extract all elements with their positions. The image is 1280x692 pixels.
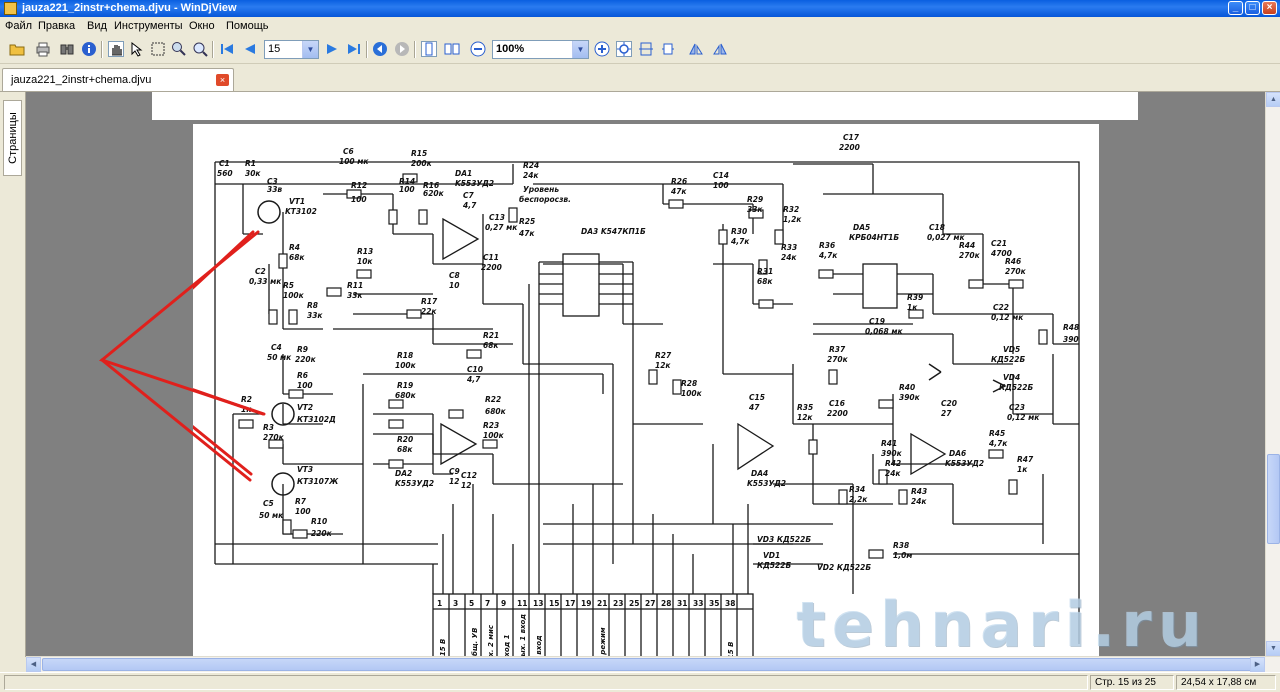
magnifier-icon[interactable] <box>171 41 187 57</box>
menu-file[interactable]: Файл <box>5 20 32 32</box>
side-panel: Страницы <box>0 92 26 657</box>
status-bar: Стр. 15 из 25 24,54 x 17,88 см <box>0 672 1280 692</box>
toolbar: 15 ▼ 100% ▼ <box>0 36 1280 64</box>
menu-edit[interactable]: Правка <box>38 20 75 32</box>
status-size: 24,54 x 17,88 см <box>1176 675 1276 690</box>
app-icon[interactable] <box>4 2 17 15</box>
rotate-left-icon[interactable] <box>688 41 704 57</box>
rotate-right-icon[interactable] <box>712 41 728 57</box>
first-page-icon[interactable] <box>219 41 235 57</box>
hand-tool-icon[interactable] <box>108 41 124 57</box>
scroll-down-icon[interactable]: ▼ <box>1266 641 1280 656</box>
facing-pages-icon[interactable] <box>444 41 460 57</box>
zoom-rect-icon[interactable] <box>150 41 166 57</box>
close-button[interactable]: × <box>1262 1 1277 15</box>
last-page-icon[interactable] <box>346 41 362 57</box>
prev-page-icon[interactable] <box>242 41 258 57</box>
vertical-scroll-thumb[interactable] <box>1267 454 1280 544</box>
open-icon[interactable] <box>9 41 25 57</box>
menu-tools[interactable]: Инструменты <box>114 20 183 32</box>
scroll-right-icon[interactable]: ▶ <box>1250 657 1265 672</box>
menu-window[interactable]: Окно <box>189 20 215 32</box>
vertical-scrollbar[interactable]: ▲ ▼ <box>1265 92 1280 656</box>
horizontal-scroll-thumb[interactable] <box>42 658 1254 671</box>
fit-page-icon[interactable] <box>616 41 632 57</box>
zoom-in-icon[interactable] <box>594 41 610 57</box>
watermark-text: tehnari.ru <box>796 588 1208 656</box>
menu-help[interactable]: Помощь <box>226 20 269 32</box>
status-page: Стр. 15 из 25 <box>1090 675 1174 690</box>
tab-document-label: jauza221_2instr+chema.djvu <box>11 74 152 86</box>
zoom-out-icon[interactable] <box>470 41 486 57</box>
chevron-down-icon[interactable]: ▼ <box>302 41 318 58</box>
scroll-left-icon[interactable]: ◀ <box>26 657 41 672</box>
horizontal-scrollbar[interactable]: ◀ ▶ <box>26 656 1280 672</box>
document-viewport[interactable]: C1 560 R1 30к C3 33в VT1 KT3102 C6 100 м… <box>26 92 1265 656</box>
info-icon[interactable] <box>81 41 97 57</box>
red-annotation-arrows <box>98 230 266 482</box>
pages-panel-tab[interactable]: Страницы <box>3 100 22 176</box>
forward-icon[interactable] <box>394 41 410 57</box>
menu-view[interactable]: Вид <box>87 20 107 32</box>
single-page-icon[interactable] <box>421 41 437 57</box>
page-number-combo[interactable]: 15 ▼ <box>264 40 319 59</box>
fit-width-icon[interactable] <box>638 41 654 57</box>
pages-panel-label: Страницы <box>6 112 19 164</box>
print-icon[interactable] <box>35 41 51 57</box>
chevron-down-icon[interactable]: ▼ <box>572 41 588 58</box>
zoom-value: 100% <box>496 43 525 55</box>
minimize-button[interactable]: _ <box>1228 1 1243 15</box>
maximize-button[interactable]: □ <box>1245 1 1260 15</box>
document-tab-bar: jauza221_2instr+chema.djvu × <box>0 64 1280 92</box>
status-main <box>4 675 1088 690</box>
close-tab-icon[interactable]: × <box>216 74 229 86</box>
window-title: jauza221_2instr+chema.djvu - WinDjView <box>22 2 237 14</box>
select-tool-icon[interactable] <box>130 41 146 57</box>
tab-document[interactable]: jauza221_2instr+chema.djvu × <box>2 68 234 91</box>
scroll-up-icon[interactable]: ▲ <box>1266 92 1280 107</box>
zoom-combo[interactable]: 100% ▼ <box>492 40 589 59</box>
zoom-tool-icon[interactable] <box>192 41 208 57</box>
next-page-icon[interactable] <box>324 41 340 57</box>
page-number-value: 15 <box>268 43 281 55</box>
find-icon[interactable] <box>59 41 75 57</box>
menu-bar: Файл Правка Вид Инструменты Окно Помощь <box>0 17 1280 36</box>
back-icon[interactable] <box>372 41 388 57</box>
actual-size-icon[interactable] <box>660 41 676 57</box>
title-bar[interactable]: jauza221_2instr+chema.djvu - WinDjView _… <box>0 0 1280 17</box>
